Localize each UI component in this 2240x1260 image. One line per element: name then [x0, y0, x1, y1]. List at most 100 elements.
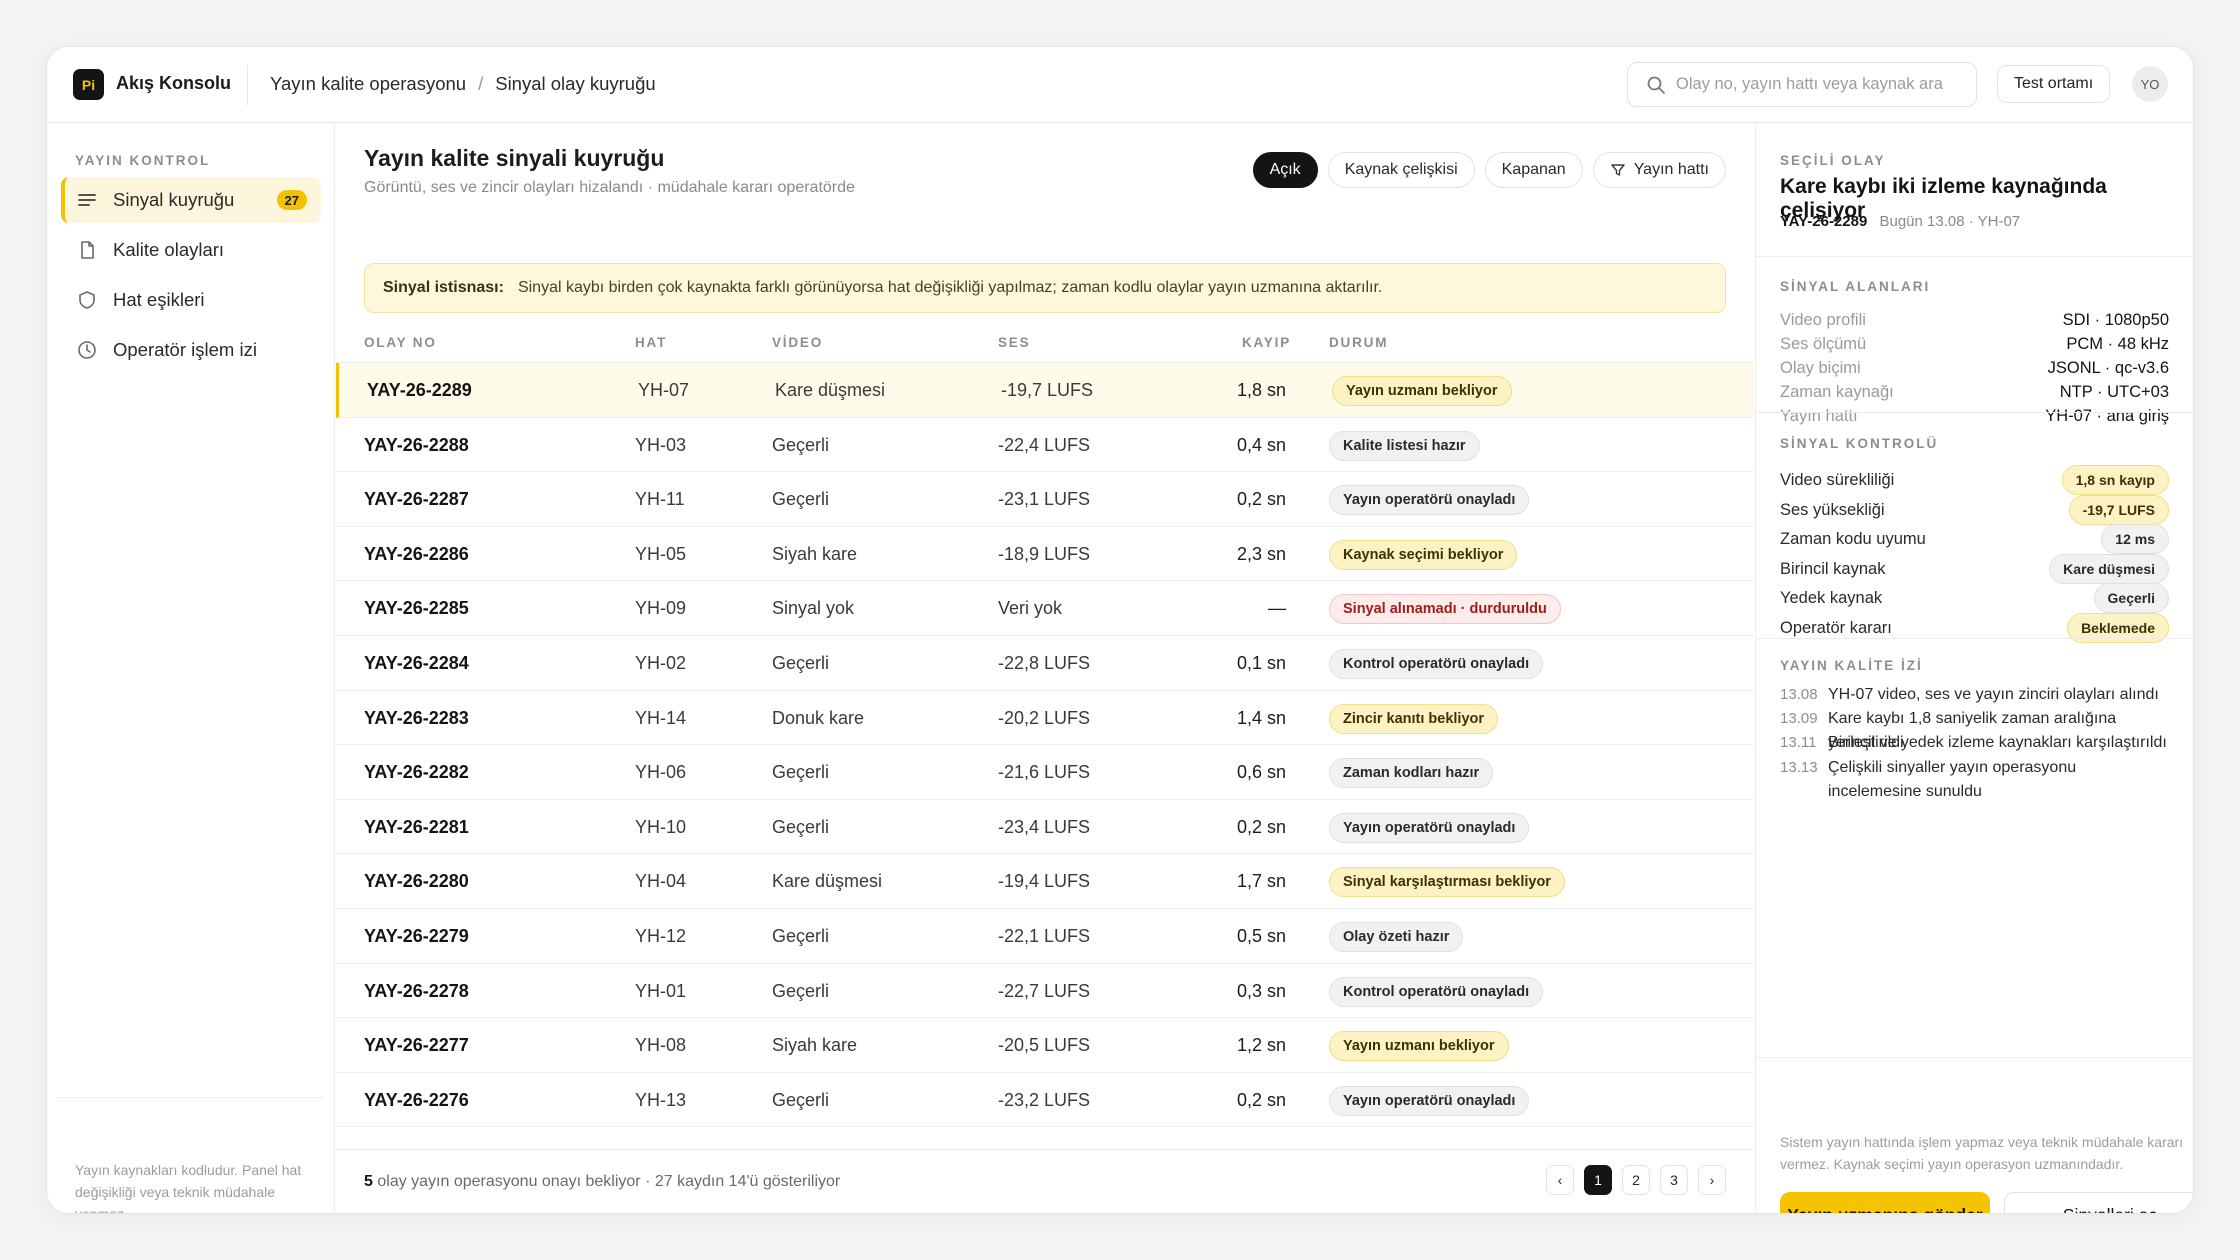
table-header: OLAY NO HAT VİDEO SES KAYIP DURUM: [336, 319, 1754, 363]
table-row[interactable]: YAY-26-2279 YH-12 Geçerli -22,1 LUFS 0,5 sn O…: [336, 909, 1754, 964]
table-row[interactable]: YAY-26-2289 YH-07 Kare düşmesi -19,7 LUFS 1,…: [336, 363, 1754, 418]
status-cell: Sinyal karşılaştırması bekliyor: [1329, 867, 1565, 898]
event-line: YH-13: [635, 1089, 687, 1110]
field-value: YH-07 · ana giriş: [2045, 407, 2169, 425]
search-box[interactable]: [1627, 62, 1977, 107]
column-header-audio[interactable]: SES: [998, 335, 1030, 350]
table-row[interactable]: YAY-26-2288 YH-03 Geçerli -22,4 LUFS 0,4 sn K…: [336, 418, 1754, 473]
field-value: SDI · 1080p50: [2062, 311, 2169, 329]
breadcrumb-item-operation[interactable]: Yayın kalite operasyonu: [270, 73, 466, 95]
environment-button[interactable]: Test ortamı: [1997, 65, 2111, 103]
signal-field-row: Ses ölçümü PCM · 48 kHz: [1780, 335, 2169, 359]
event-loss: 1,8 sn: [1236, 380, 1286, 400]
page-prev-button[interactable]: ‹: [1546, 1165, 1574, 1195]
page-1-button[interactable]: 1: [1584, 1165, 1612, 1195]
panel-divider: [1756, 1057, 2193, 1058]
event-loss: 0,1 sn: [1236, 652, 1286, 673]
signal-check-row: Birincil kaynak Kare düşmesi: [1780, 553, 2169, 584]
filter-broadcast-line[interactable]: Yayın hattı: [1592, 152, 1726, 188]
column-header-line[interactable]: HAT: [635, 335, 667, 350]
table-row[interactable]: YAY-26-2283 YH-14 Donuk kare -20,2 LUFS 1,4 …: [336, 691, 1754, 746]
trace-time: 13.11: [1780, 734, 1817, 751]
check-label: Operatör kararı: [1780, 619, 1892, 637]
table-row[interactable]: YAY-26-2280 YH-04 Kare düşmesi -19,4 LUFS 1,…: [336, 854, 1754, 909]
pending-count: 5: [364, 1173, 373, 1190]
event-line: YH-05: [635, 543, 687, 564]
table-row[interactable]: YAY-26-2286 YH-05 Siyah kare -18,9 LUFS 2,3 …: [336, 527, 1754, 582]
event-video: Siyah kare: [772, 543, 858, 564]
check-badge: Kare düşmesi: [2049, 553, 2169, 584]
selected-event-meta: YAY-26-2289 Bugün 13.08 · YH-07: [1780, 213, 2020, 230]
filter-closed[interactable]: Kapanan: [1484, 152, 1583, 188]
status-badge: Yayın uzmanı bekliyor: [1332, 376, 1512, 406]
column-header-status[interactable]: DURUM: [1329, 335, 1388, 350]
status-cell: Yayın operatörü onayladı: [1329, 485, 1530, 516]
sidebar-item-operator-trace[interactable]: Operatör işlem izi: [61, 327, 321, 373]
column-header-video[interactable]: VİDEO: [772, 335, 823, 350]
check-label: Zaman kodu uyumu: [1780, 530, 1926, 549]
trace-item: 13.08 YH-07 video, ses ve yayın zinciri o…: [1780, 683, 2173, 707]
event-table: YAY-26-2289 YH-07 Kare düşmesi -19,7 LUFS 1,…: [336, 363, 1754, 1128]
status-badge: Yayın operatörü onayladı: [1329, 485, 1530, 516]
page-next-button[interactable]: ›: [1698, 1165, 1726, 1195]
event-loss: 0,2 sn: [1236, 489, 1286, 510]
table-row[interactable]: YAY-26-2278 YH-01 Geçerli -22,7 LUFS 0,3 sn K…: [336, 964, 1754, 1019]
status-cell: Kalite listesi hazır: [1329, 430, 1480, 461]
status-badge: Yayın operatörü onayladı: [1329, 1085, 1530, 1116]
event-loss: 1,7 sn: [1236, 871, 1286, 892]
page-2-button[interactable]: 2: [1622, 1165, 1650, 1195]
open-signals-button[interactable]: Sinyalleri aç: [2004, 1192, 2193, 1213]
column-header-id[interactable]: OLAY NO: [364, 335, 437, 350]
status-cell: Zincir kanıtı bekliyor: [1329, 703, 1499, 734]
filter-source-conflict[interactable]: Kaynak çelişkisi: [1327, 152, 1475, 188]
event-video: Geçerli: [772, 434, 830, 455]
table-row[interactable]: YAY-26-2281 YH-10 Geçerli -23,4 LUFS 0,2 sn Y…: [336, 800, 1754, 855]
column-header-loss[interactable]: KAYIP: [1242, 335, 1291, 350]
table-row[interactable]: YAY-26-2284 YH-02 Geçerli -22,8 LUFS 0,1 sn K…: [336, 636, 1754, 691]
notice-label: Sinyal istisnası:: [383, 279, 504, 296]
sidebar-item-label: Operatör işlem izi: [113, 339, 257, 360]
sidebar-item-signal-queue[interactable]: Sinyal kuyruğu 27: [61, 177, 321, 223]
status-badge: Kontrol operatörü onayladı: [1329, 648, 1544, 679]
event-video: Geçerli: [772, 762, 830, 783]
event-audio: -23,4 LUFS: [998, 816, 1091, 837]
status-badge: Zaman kodları hazır: [1329, 758, 1494, 789]
table-footer: 5 olay yayın operasyonu onayı bekliyor ·…: [336, 1149, 1754, 1213]
signal-field-row: Video profili SDI · 1080p50: [1780, 311, 2169, 335]
event-id: YAY-26-2278: [364, 980, 469, 1001]
event-video: Kare düşmesi: [772, 871, 883, 892]
event-video: Geçerli: [772, 489, 830, 510]
status-cell: Yayın operatörü onayladı: [1329, 812, 1530, 843]
status-cell: Zaman kodları hazır: [1329, 758, 1494, 789]
sidebar-item-label: Hat eşikleri: [113, 289, 205, 310]
user-avatar[interactable]: YO: [2132, 66, 2168, 102]
sidebar-item-line-thresholds[interactable]: Hat eşikleri: [61, 277, 321, 323]
event-video: Kare düşmesi: [775, 380, 886, 400]
table-row[interactable]: YAY-26-2285 YH-09 Sinyal yok Veri yok — Sinya…: [336, 581, 1754, 636]
trace-item: 13.13 Çelişkili sinyaller yayın operasyon…: [1780, 756, 2173, 804]
check-label: Yedek kaynak: [1780, 589, 1883, 608]
event-loss: 1,4 sn: [1236, 707, 1286, 728]
detail-panel: SEÇİLİ OLAY Kare kaybı iki izleme kaynağ…: [1755, 123, 2193, 1213]
table-row[interactable]: YAY-26-2276 YH-13 Geçerli -23,2 LUFS 0,2 sn Y…: [336, 1073, 1754, 1128]
status-cell: Olay özeti hazır: [1329, 921, 1464, 952]
page-3-button[interactable]: 3: [1660, 1165, 1688, 1195]
search-input[interactable]: [1676, 75, 1966, 94]
table-row[interactable]: YAY-26-2287 YH-11 Geçerli -23,1 LUFS 0,2 sn Y…: [336, 472, 1754, 527]
event-video: Geçerli: [772, 816, 830, 837]
footer-text: olay yayın operasyonu onayı bekliyor · 2…: [377, 1173, 841, 1190]
sidebar-item-quality-events[interactable]: Kalite olayları: [61, 227, 321, 273]
event-id: YAY-26-2279: [364, 925, 469, 946]
event-video: Siyah kare: [772, 1035, 858, 1056]
event-loss: 0,2 sn: [1236, 1089, 1286, 1110]
list-icon: [78, 194, 96, 206]
status-cell: Sinyal alınamadı · durduruldu: [1329, 594, 1561, 625]
selected-event-time: Bugün 13.08 · YH-07: [1879, 213, 2021, 230]
send-to-specialist-button[interactable]: Yayın uzmanına gönder: [1780, 1192, 1990, 1213]
table-row[interactable]: YAY-26-2277 YH-08 Siyah kare -20,5 LUFS 1,2 …: [336, 1018, 1754, 1073]
event-video: Geçerli: [772, 925, 830, 946]
trace-time: 13.13: [1780, 759, 1818, 776]
table-row[interactable]: YAY-26-2282 YH-06 Geçerli -21,6 LUFS 0,6 sn Z…: [336, 745, 1754, 800]
event-id: YAY-26-2281: [364, 816, 469, 837]
filter-open[interactable]: Açık: [1252, 152, 1318, 188]
